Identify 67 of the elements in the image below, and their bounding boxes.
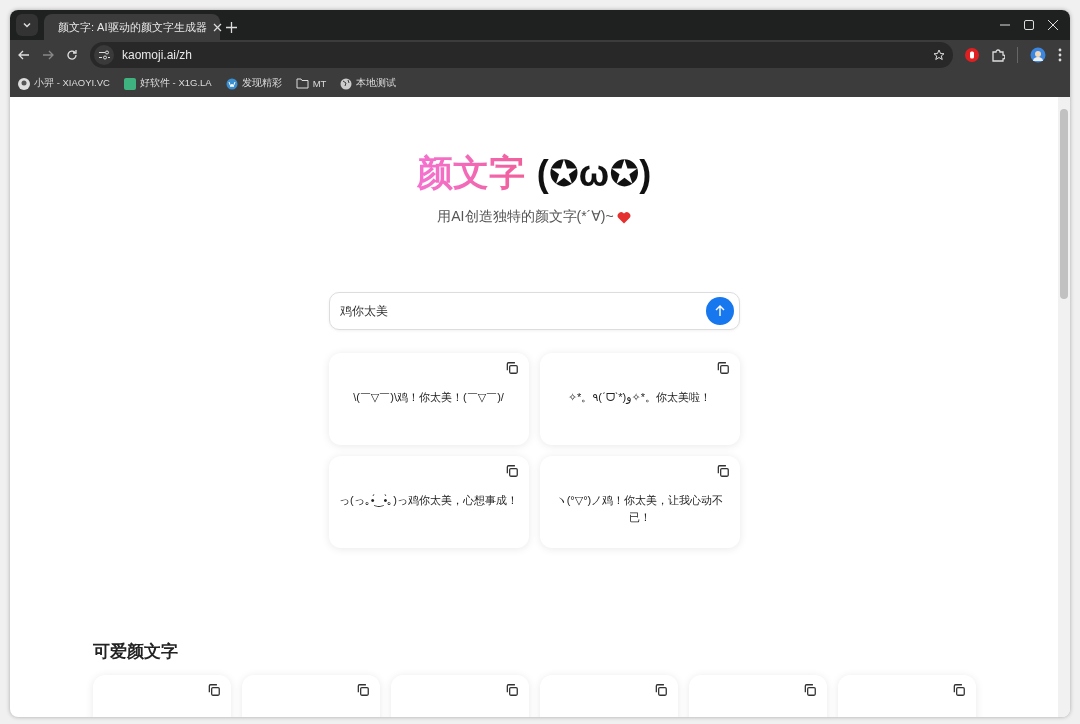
reload-button[interactable] bbox=[66, 49, 78, 61]
copy-button[interactable] bbox=[505, 683, 519, 697]
folder-icon bbox=[295, 78, 309, 89]
avatar-icon bbox=[18, 77, 30, 90]
copy-icon bbox=[504, 361, 519, 375]
reload-icon bbox=[66, 49, 78, 61]
forward-button[interactable] bbox=[42, 49, 54, 61]
section-heading: 可爱颜文字 bbox=[93, 641, 179, 663]
heart-icon bbox=[616, 210, 631, 224]
globe-icon bbox=[340, 77, 353, 90]
kaomoji-text: ヽ(°▽°)ノ鸡！你太美，让我心动不已！ bbox=[554, 493, 725, 525]
page-title: 颜文字 (✪ω✪) bbox=[416, 149, 652, 198]
copy-icon bbox=[207, 683, 221, 697]
copy-icon bbox=[803, 683, 817, 697]
url-text: kaomoji.ai/zh bbox=[122, 48, 194, 62]
kaomoji-text: \(￣▽￣)\鸡！你太美！(￣▽￣)/ bbox=[353, 390, 504, 405]
bookmark-item[interactable]: MT bbox=[295, 78, 327, 89]
copy-icon bbox=[654, 683, 668, 697]
copy-button[interactable] bbox=[654, 683, 668, 697]
copy-icon bbox=[504, 464, 519, 478]
copy-button[interactable] bbox=[504, 464, 519, 478]
maximize-icon bbox=[1024, 20, 1034, 30]
copy-button[interactable] bbox=[715, 464, 730, 478]
star-icon[interactable] bbox=[933, 49, 945, 61]
bookmark-item[interactable]: 本地测试 bbox=[340, 77, 397, 90]
forward-arrow-icon bbox=[42, 49, 54, 61]
copy-button[interactable] bbox=[356, 683, 370, 697]
kaomoji-text: ✧*。٩(ˊᗜˋ*)و✧*。你太美啦！ bbox=[567, 390, 712, 406]
copy-icon bbox=[356, 683, 370, 697]
copy-button[interactable] bbox=[207, 683, 221, 697]
bookmark-item[interactable]: 小羿 - XIAOYI.VC bbox=[18, 77, 110, 90]
copy-button[interactable] bbox=[803, 683, 817, 697]
profile-avatar-icon[interactable] bbox=[1030, 47, 1046, 63]
copy-icon bbox=[715, 361, 730, 375]
plus-icon bbox=[226, 22, 237, 33]
copy-button[interactable] bbox=[952, 683, 966, 697]
new-tab-button[interactable] bbox=[226, 22, 237, 33]
site-info-button[interactable] bbox=[94, 45, 114, 65]
address-bar[interactable]: kaomoji.ai/zh bbox=[90, 42, 953, 68]
copy-button[interactable] bbox=[715, 361, 730, 375]
back-button[interactable] bbox=[18, 49, 30, 61]
chevron-down-icon bbox=[22, 20, 32, 30]
maximize-button[interactable] bbox=[1024, 20, 1034, 30]
back-arrow-icon bbox=[18, 49, 30, 61]
tune-icon bbox=[98, 50, 110, 60]
hand-stop-icon[interactable] bbox=[965, 48, 979, 62]
bookmark-item[interactable]: 发现精彩 bbox=[225, 77, 282, 90]
arrow-up-icon bbox=[713, 305, 726, 317]
close-icon bbox=[1048, 20, 1058, 30]
copy-icon bbox=[505, 683, 519, 697]
close-tab-button[interactable] bbox=[212, 22, 222, 32]
tab-search-button[interactable] bbox=[16, 14, 38, 36]
close-icon bbox=[212, 22, 222, 32]
tab-title: 颜文字: AI驱动的颜文字生成器 bbox=[58, 19, 207, 35]
copy-icon bbox=[715, 464, 730, 478]
kaomoji-text: っ(っ｡•́‿•̀｡)っ鸡你太美，心想事成！ bbox=[339, 493, 518, 509]
copy-button[interactable] bbox=[504, 361, 519, 375]
scrollbar[interactable] bbox=[1058, 97, 1070, 717]
prompt-field[interactable]: 鸡你太美 bbox=[328, 292, 740, 330]
more-menu-icon[interactable] bbox=[1058, 48, 1062, 62]
close-window-button[interactable] bbox=[1048, 20, 1058, 30]
puzzle-icon[interactable] bbox=[991, 48, 1005, 62]
subtitle: 用AI创造独特的颜文字(*´∀)~ bbox=[437, 208, 614, 226]
browser-tab[interactable]: 颜文字: AI驱动的颜文字生成器 bbox=[44, 14, 220, 40]
bookmark-item[interactable]: 好软件 - X1G.LA bbox=[123, 77, 212, 90]
copy-icon bbox=[952, 683, 966, 697]
app-icon bbox=[123, 77, 136, 90]
